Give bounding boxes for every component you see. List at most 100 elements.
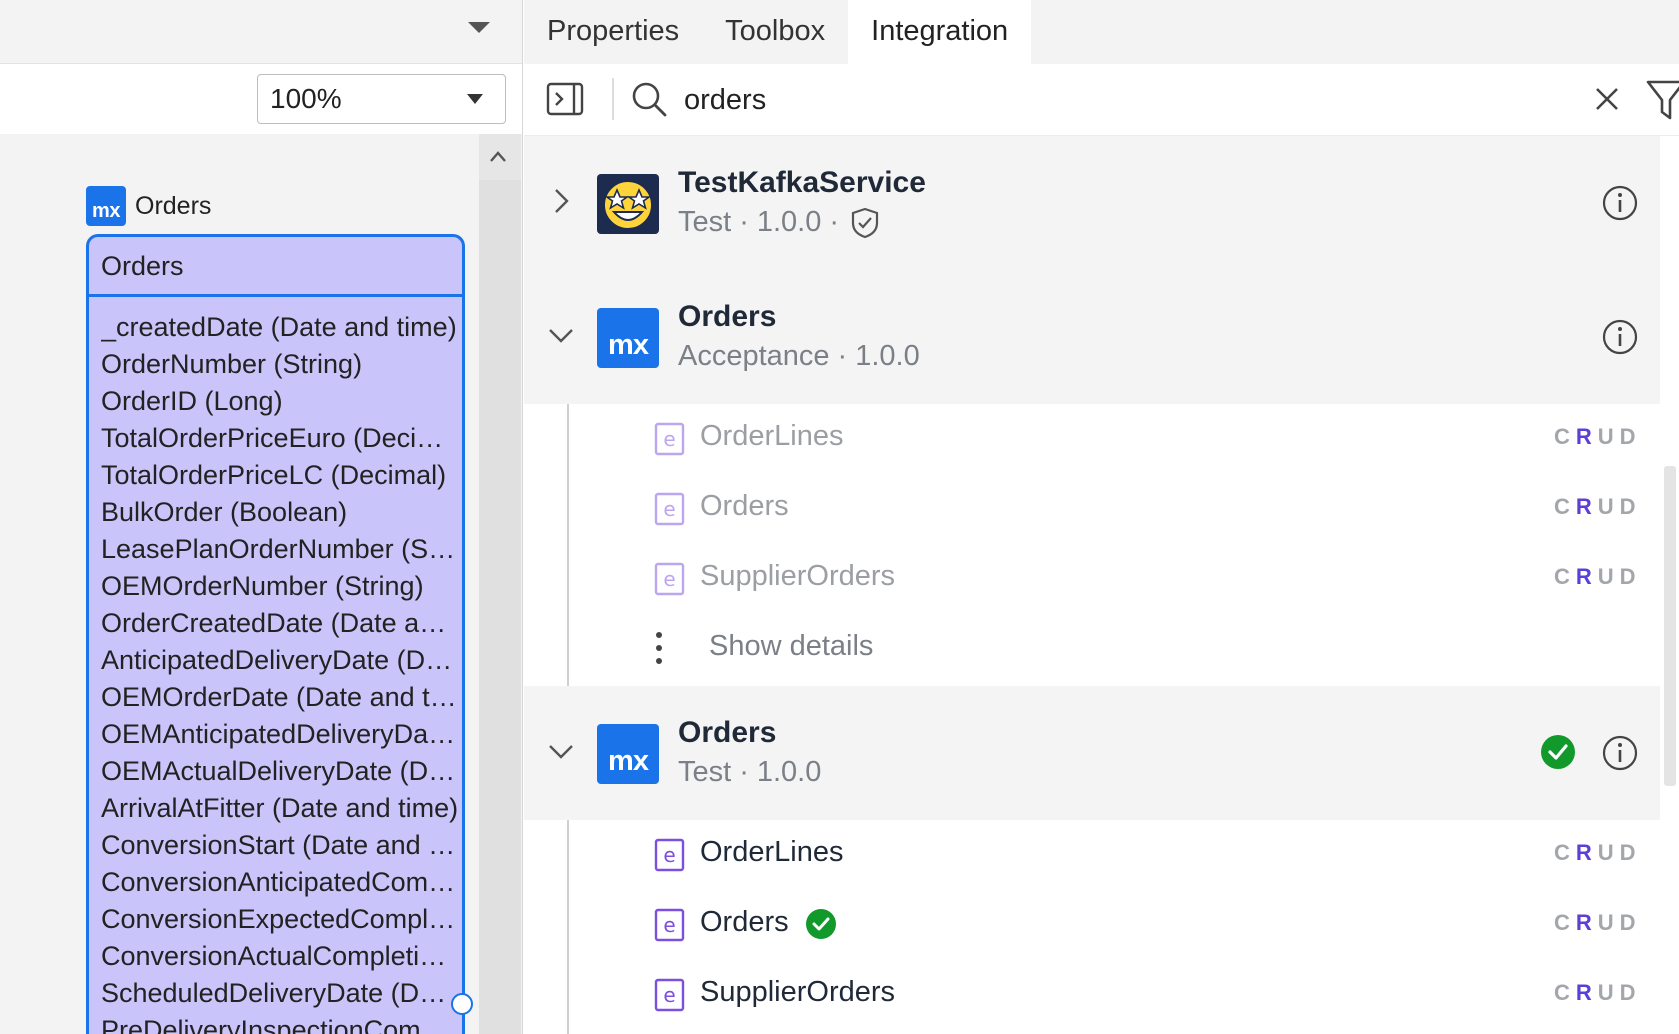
entity-row-orders[interactable]: e Orders CRUD — [524, 474, 1660, 544]
service-name: TestKafkaService — [678, 166, 926, 199]
attribute-item[interactable]: _createdDate (Date and time) — [101, 309, 459, 346]
close-icon[interactable] — [1592, 84, 1622, 114]
attribute-item[interactable]: ConversionStart (Date and time) — [101, 827, 459, 864]
attribute-item[interactable]: OEMOrderNumber (String) — [101, 568, 459, 605]
attribute-item[interactable]: OEMAnticipatedDeliveryDate (Date and tim… — [101, 716, 459, 753]
service-row-testkafkaservice[interactable]: TestKafkaService Test · 1.0.0 · — [524, 136, 1660, 270]
service-name: Orders — [678, 300, 777, 333]
info-icon[interactable] — [1601, 318, 1639, 356]
more-vertical-icon — [656, 632, 662, 664]
search-icon — [632, 82, 667, 117]
pane-tabs: Properties Toolbox Integration — [524, 0, 1679, 64]
info-icon[interactable] — [1601, 184, 1639, 222]
service-row-orders-test[interactable]: mx Orders Test · 1.0.0 — [524, 686, 1660, 820]
check-circle-icon — [806, 909, 836, 939]
svg-text:e: e — [663, 913, 675, 937]
attribute-item[interactable]: TotalOrderPriceEuro (Decimal) — [101, 420, 459, 457]
attribute-item[interactable]: ScheduledDeliveryDate (Date and time) — [101, 975, 459, 1012]
chevron-up-icon[interactable] — [489, 148, 507, 166]
service-name: Orders — [678, 716, 777, 749]
crud-indicator: CRUD — [1554, 494, 1642, 519]
service-row-orders-acceptance[interactable]: mx Orders Acceptance · 1.0.0 — [524, 270, 1660, 404]
crud-indicator: CRUD — [1554, 980, 1642, 1005]
entity-name: Orders — [700, 906, 789, 938]
crud-indicator: CRUD — [1554, 910, 1642, 935]
attribute-item[interactable]: OEMActualDeliveryDate (Date and time) — [101, 753, 459, 790]
service-version: 1.0.0 — [756, 756, 822, 788]
chevron-down-icon[interactable] — [546, 320, 576, 350]
svg-text:e: e — [663, 427, 675, 451]
service-meta: Test · 1.0.0 — [678, 756, 821, 789]
attribute-item[interactable]: BulkOrder (Boolean) — [101, 494, 459, 531]
mx-logo-icon: mx — [86, 186, 126, 226]
expand-panel-icon[interactable] — [546, 80, 584, 118]
zoom-value: 100% — [270, 83, 342, 114]
canvas-scrollbar[interactable] — [479, 134, 521, 1034]
entity-name: OrderLines — [700, 420, 844, 452]
scrollbar-thumb[interactable] — [1664, 466, 1676, 786]
svg-text:e: e — [663, 843, 675, 867]
service-environment: Acceptance — [678, 340, 830, 372]
svg-text:e: e — [663, 983, 675, 1007]
attribute-item[interactable]: OrderID (Long) — [101, 383, 459, 420]
info-icon[interactable] — [1601, 734, 1639, 772]
entity-row-orderlines[interactable]: e OrderLines CRUD — [524, 404, 1660, 474]
mx-logo-icon: mx — [597, 308, 659, 368]
service-version: 1.0.0 — [855, 340, 920, 372]
attribute-item[interactable]: OrderNumber (String) — [101, 346, 459, 383]
attribute-item[interactable]: ConversionAnticipatedCompletion (Date an… — [101, 864, 459, 901]
chevron-down-icon[interactable] — [546, 736, 576, 766]
tab-toolbox[interactable]: Toolbox — [702, 0, 848, 64]
service-version: 1.0.0 — [756, 206, 822, 238]
entity-icon: e — [654, 422, 685, 456]
domain-model-canvas[interactable]: mx Orders Orders _createdDate (Date and … — [0, 134, 522, 1034]
entity-row-orderlines[interactable]: e OrderLines CRUD — [524, 820, 1660, 890]
chevron-down-icon[interactable] — [468, 22, 490, 33]
search-input[interactable] — [684, 76, 1384, 124]
domain-model-panel: 100% mx Orders Orders _createdDate (Date… — [0, 0, 523, 1034]
show-details-button[interactable]: Show details — [524, 614, 1660, 684]
chevron-right-icon[interactable] — [546, 186, 576, 216]
attribute-item[interactable]: ConversionActualCompletion (Date and tim… — [101, 938, 459, 975]
entity-caption: mx Orders — [86, 186, 211, 226]
star-struck-emoji-icon — [597, 174, 659, 234]
meta-separator: · — [739, 756, 749, 788]
search-bar — [524, 64, 1679, 136]
attribute-item[interactable]: AnticipatedDeliveryDate (Date and time) — [101, 642, 459, 679]
zoom-select[interactable]: 100% — [257, 74, 506, 124]
mx-logo-icon: mx — [597, 724, 659, 784]
attribute-item[interactable]: ArrivalAtFitter (Date and time) — [101, 790, 459, 827]
list-scrollbar[interactable] — [1660, 136, 1679, 1034]
attribute-item[interactable]: LeasePlanOrderNumber (String) — [101, 531, 459, 568]
attribute-item[interactable]: OrderCreatedDate (Date and time) — [101, 605, 459, 642]
left-toolbar — [0, 0, 522, 64]
entity-row-supplierorders[interactable]: e SupplierOrders CRUD — [524, 544, 1660, 614]
crud-indicator: CRUD — [1554, 424, 1642, 449]
filter-icon[interactable] — [1646, 78, 1679, 122]
crud-indicator: CRUD — [1554, 840, 1642, 865]
service-meta: Acceptance · 1.0.0 — [678, 340, 920, 373]
entity-icon: e — [654, 838, 685, 872]
entity-name: OrderLines — [700, 836, 844, 868]
tab-properties[interactable]: Properties — [524, 0, 702, 64]
svg-text:e: e — [663, 497, 675, 521]
tab-integration[interactable]: Integration — [848, 0, 1032, 64]
show-details-label: Show details — [709, 630, 874, 662]
meta-separator: · — [739, 206, 749, 238]
crud-indicator: CRUD — [1554, 564, 1642, 589]
entity-box[interactable]: Orders _createdDate (Date and time) Order… — [86, 234, 465, 1034]
entity-list: e OrderLines CRUD e Orders CRUD e Suppli… — [524, 404, 1660, 686]
scrollbar-thumb[interactable] — [479, 180, 521, 1034]
attribute-item[interactable]: TotalOrderPriceLC (Decimal) — [101, 457, 459, 494]
entity-row-orders[interactable]: e Orders CRUD — [524, 890, 1660, 960]
attribute-item[interactable]: ConversionExpectedCompletion (Date and t… — [101, 901, 459, 938]
service-environment: Test — [678, 756, 732, 788]
integration-pane: Properties Toolbox Integration orders Te… — [524, 0, 1679, 1034]
resize-handle[interactable] — [451, 993, 473, 1015]
attribute-item[interactable]: OEMOrderDate (Date and time) — [101, 679, 459, 716]
entity-row-supplierorders[interactable]: e SupplierOrders CRUD — [524, 960, 1660, 1030]
svg-text:e: e — [663, 567, 675, 591]
attribute-item[interactable]: PreDeliveryInspectionCompletion (Date an… — [101, 1012, 459, 1034]
entity-icon: e — [654, 492, 685, 526]
zoom-toolbar: 100% — [0, 64, 522, 134]
